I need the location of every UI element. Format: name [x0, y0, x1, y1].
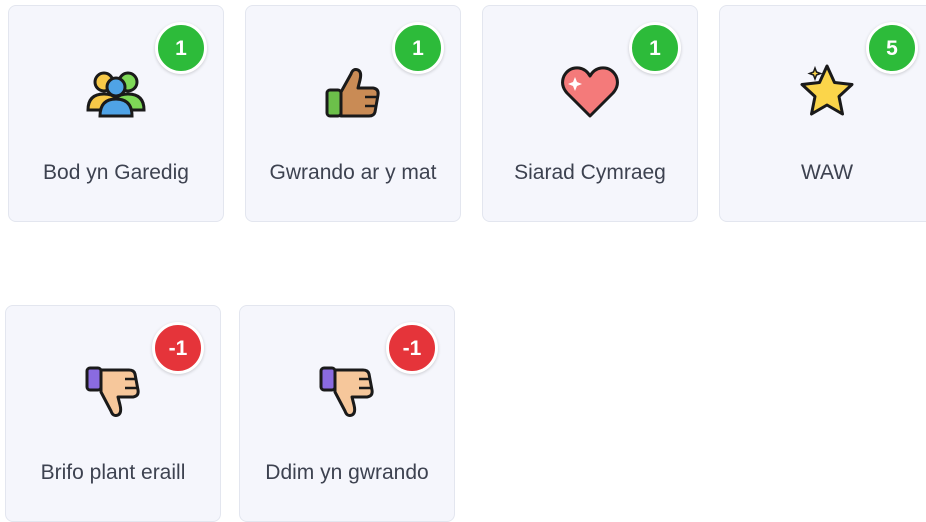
behaviour-card-bod-yn-garedig[interactable]: 1 Bod yn Garedig [8, 5, 224, 222]
behaviour-card-ddim-yn-gwrando[interactable]: -1 Ddim yn gwrando [239, 305, 455, 522]
thumbs-up-icon [321, 60, 385, 124]
behaviour-label: Brifo plant eraill [40, 461, 186, 484]
two-people-icon [84, 60, 148, 124]
behaviour-label: WAW [800, 161, 854, 184]
points-badge: -1 [386, 322, 438, 374]
behaviour-card-gwrando-ar-y-mat[interactable]: 1 Gwrando ar y mat [245, 5, 461, 222]
behaviour-label: Siarad Cymraeg [514, 161, 666, 184]
behaviour-card-siarad-cymraeg[interactable]: 1 Siarad Cymraeg [482, 5, 698, 222]
points-badge: 1 [629, 22, 681, 74]
thumbs-down-icon [81, 360, 145, 424]
behaviour-label: Ddim yn gwrando [265, 461, 429, 484]
points-badge: 5 [866, 22, 918, 74]
heart-icon [558, 60, 622, 124]
thumbs-down-icon [315, 360, 379, 424]
behaviour-card-waw[interactable]: 5 WAW [719, 5, 926, 222]
behaviour-card-brifo-plant-eraill[interactable]: -1 Brifo plant eraill [5, 305, 221, 522]
points-badge: 1 [155, 22, 207, 74]
behaviour-label: Bod yn Garedig [43, 161, 189, 184]
points-badge: -1 [152, 322, 204, 374]
behaviour-label: Gwrando ar y mat [269, 161, 437, 184]
star-icon [795, 60, 859, 124]
points-badge: 1 [392, 22, 444, 74]
